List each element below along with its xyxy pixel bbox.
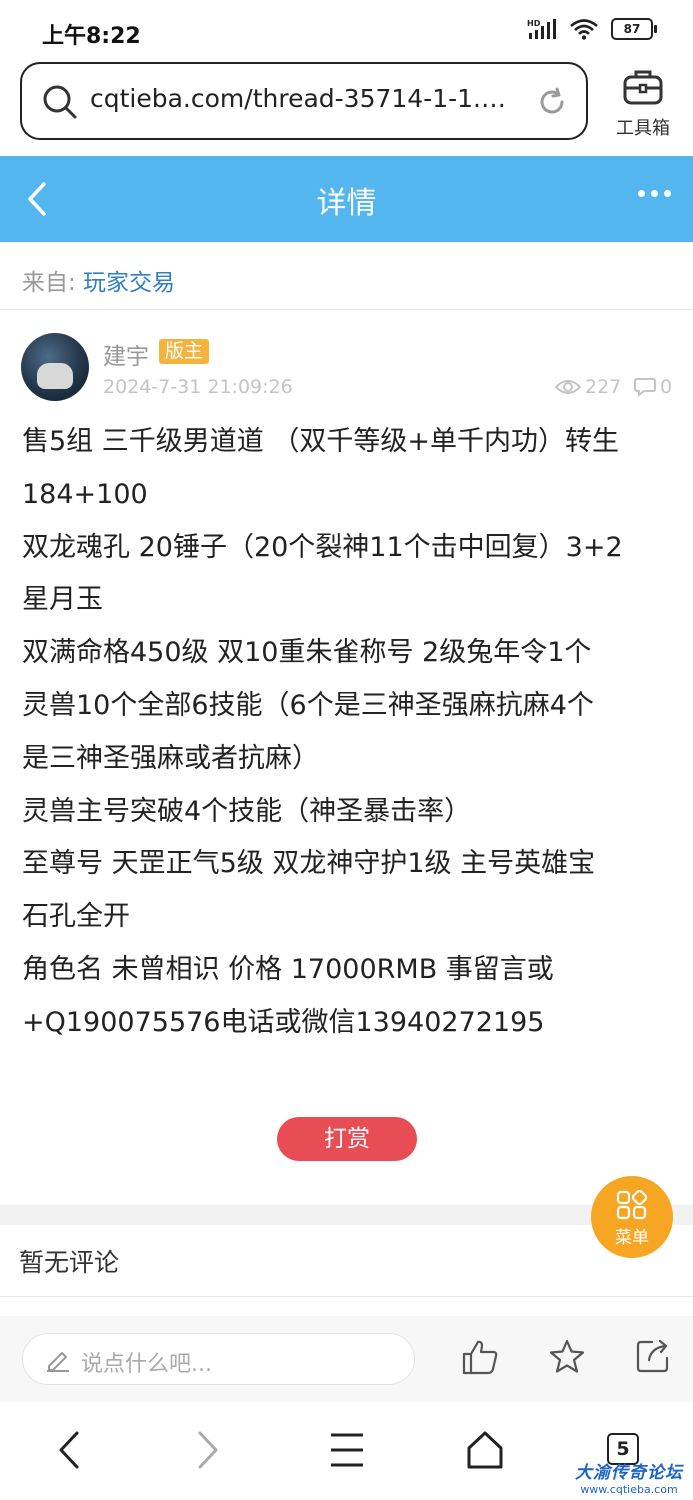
page-header: 详情	[0, 156, 693, 242]
comment-placeholder: 说点什么吧...	[81, 1352, 212, 1377]
watermark-url: www.cqtieba.com	[580, 1483, 678, 1496]
forum-link[interactable]: 玩家交易	[83, 263, 175, 297]
no-comments-text: 暂无评论	[19, 1248, 120, 1277]
author-name[interactable]: 建宇	[103, 337, 149, 371]
pencil-icon	[47, 1352, 69, 1372]
eye-icon	[555, 380, 581, 394]
toolbox-label: 工具箱	[616, 118, 670, 139]
wifi-icon	[570, 19, 598, 40]
view-count-value: 227	[585, 376, 622, 398]
reward-button[interactable]: 打赏	[277, 1117, 417, 1161]
grid-menu-icon	[616, 1190, 648, 1220]
post-line: 角色名 未曾相识 价格 17000RMB 事留言或	[22, 953, 554, 985]
comment-input[interactable]: 说点什么吧...	[22, 1333, 415, 1385]
post-line: 是三神圣强麻或者抗麻）	[22, 742, 319, 774]
post-line: 星月玉	[22, 584, 103, 616]
home-icon[interactable]	[466, 1430, 504, 1470]
status-bar: 上午8:22 HD 87	[0, 0, 693, 62]
browser-forward-icon[interactable]	[194, 1430, 222, 1470]
section-divider	[0, 1205, 693, 1225]
cellular-signal-icon: HD	[527, 19, 556, 39]
post-line: 双满命格450级 双10重朱雀称号 2级兔年令1个	[22, 637, 592, 669]
battery-indicator: 87	[611, 18, 657, 40]
comments-section: 暂无评论	[0, 1225, 693, 1297]
post-line: 灵兽主号突破4个技能（神圣暴击率）	[22, 795, 472, 827]
moderator-badge: 版主	[159, 339, 210, 364]
post-line: 石孔全开	[22, 901, 130, 933]
post-timestamp: 2024-7-31 21:09:26	[103, 376, 293, 398]
post-line: 售5组 三千级男道道 （双千等级+单千内功）转生	[22, 426, 619, 457]
status-time: 上午8:22	[42, 24, 141, 49]
browser-back-icon[interactable]	[55, 1430, 83, 1470]
comment-bar: 说点什么吧...	[0, 1316, 693, 1402]
post-line: 184+100	[22, 478, 148, 510]
post-line: 至尊号 天罡正气5级 双龙神守护1级 主号英雄宝	[22, 848, 596, 880]
toolbox-button[interactable]: 工具箱	[606, 68, 680, 140]
forum-source: 来自: 玩家交易	[0, 242, 693, 310]
status-icons: HD 87	[527, 18, 657, 40]
star-icon[interactable]	[548, 1338, 586, 1376]
forum-source-prefix: 来自:	[22, 270, 76, 296]
more-menu-icon[interactable]	[638, 190, 671, 197]
view-count: 227	[555, 376, 621, 398]
post-line: 灵兽10个全部6技能（6个是三神圣强麻抗麻4个	[22, 689, 594, 721]
watermark-title: 大渝传奇论坛	[575, 1463, 683, 1483]
post-content: 售5组 三千级男道道 （双千等级+单千内功）转生 184+100 双龙魂孔 20…	[22, 416, 674, 1050]
comment-count-value: 0	[660, 376, 673, 398]
browser-menu-icon[interactable]	[329, 1430, 365, 1470]
site-watermark: 大渝传奇论坛 www.cqtieba.com	[570, 1458, 688, 1496]
post-line: +Q190075576电话或微信13940272195	[22, 1006, 545, 1038]
comment-count: 0	[634, 376, 672, 398]
address-bar: cqtieba.com/thread-35714-1-1.h... 工具箱	[0, 62, 693, 156]
share-icon[interactable]	[635, 1338, 671, 1374]
url-field[interactable]: cqtieba.com/thread-35714-1-1.h...	[20, 62, 588, 140]
svg-text:HD: HD	[527, 19, 541, 28]
url-text: cqtieba.com/thread-35714-1-1.h...	[90, 84, 520, 113]
search-icon	[43, 85, 77, 119]
comment-bubble-icon	[634, 378, 656, 397]
like-thumb-icon[interactable]	[461, 1338, 499, 1376]
avatar[interactable]	[21, 333, 89, 401]
reload-icon[interactable]	[536, 86, 568, 118]
toolbox-icon	[623, 70, 663, 105]
post-line: 双龙魂孔 20锤子（20个裂神11个击中回复）3+2	[22, 531, 623, 563]
page-title: 详情	[316, 186, 377, 221]
